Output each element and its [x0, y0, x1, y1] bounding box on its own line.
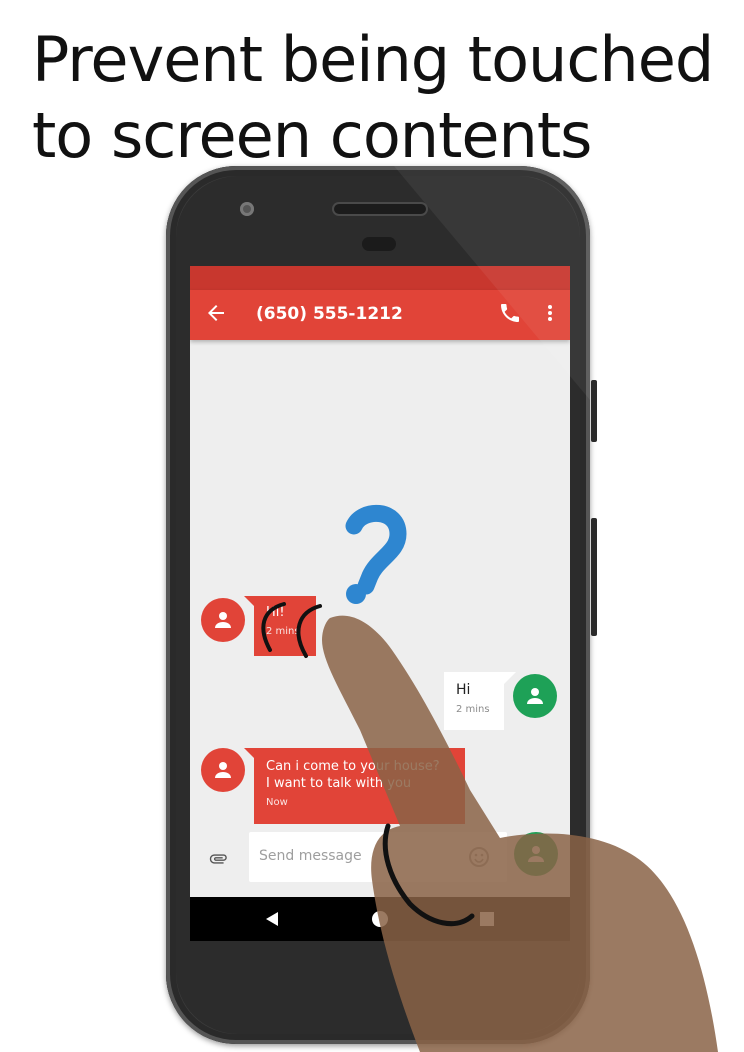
- status-bar: [190, 266, 570, 290]
- navigation-bar: [190, 897, 570, 941]
- contact-avatar[interactable]: [201, 748, 245, 792]
- message-text: Hi!: [266, 605, 285, 620]
- send-button[interactable]: [514, 832, 558, 876]
- person-icon: [215, 612, 231, 628]
- phone-screen: (650) 555-1212 Hi! 2 mins Hi 2 mins Can …: [190, 266, 570, 941]
- message-placeholder: Send message: [259, 848, 362, 864]
- person-icon: [528, 846, 544, 862]
- self-avatar[interactable]: [513, 674, 557, 718]
- nav-back-icon[interactable]: [266, 912, 278, 926]
- message-bubble-incoming[interactable]: Hi! 2 mins: [254, 596, 316, 656]
- bubble-tail: [244, 596, 256, 608]
- paperclip-icon[interactable]: [208, 848, 230, 870]
- contact-avatar[interactable]: [201, 598, 245, 642]
- message-bubble-incoming[interactable]: Can i come to your house? I want to talk…: [254, 748, 465, 824]
- proximity-sensor: [362, 237, 396, 251]
- message-time: 2 mins: [266, 626, 300, 637]
- headline: Prevent being touched to screen contents: [32, 23, 714, 172]
- message-time: 2 mins: [456, 704, 490, 715]
- message-text-line1: Can i come to your house?: [266, 759, 440, 774]
- message-input[interactable]: Send message: [249, 832, 507, 882]
- contact-number: (650) 555-1212: [256, 304, 403, 324]
- app-bar: (650) 555-1212: [190, 290, 570, 340]
- bubble-tail: [504, 672, 516, 684]
- message-text-line2: I want to talk with you: [266, 776, 412, 791]
- person-icon: [527, 688, 543, 704]
- nav-recents-icon[interactable]: [480, 912, 494, 926]
- bubble-tail: [244, 748, 256, 760]
- arrow-back-icon[interactable]: [204, 301, 228, 325]
- emoji-icon[interactable]: [467, 845, 491, 869]
- more-vert-icon[interactable]: [538, 301, 562, 325]
- front-camera: [240, 202, 254, 216]
- earpiece-speaker: [334, 204, 426, 214]
- message-bubble-outgoing[interactable]: Hi 2 mins: [444, 672, 504, 730]
- person-icon: [215, 762, 231, 778]
- power-button: [591, 518, 597, 636]
- composer: Send message: [190, 828, 570, 892]
- volume-button: [591, 380, 597, 442]
- message-text: Hi: [456, 682, 471, 698]
- message-time: Now: [266, 797, 288, 808]
- nav-home-icon[interactable]: [372, 911, 388, 927]
- phone-icon[interactable]: [498, 301, 522, 325]
